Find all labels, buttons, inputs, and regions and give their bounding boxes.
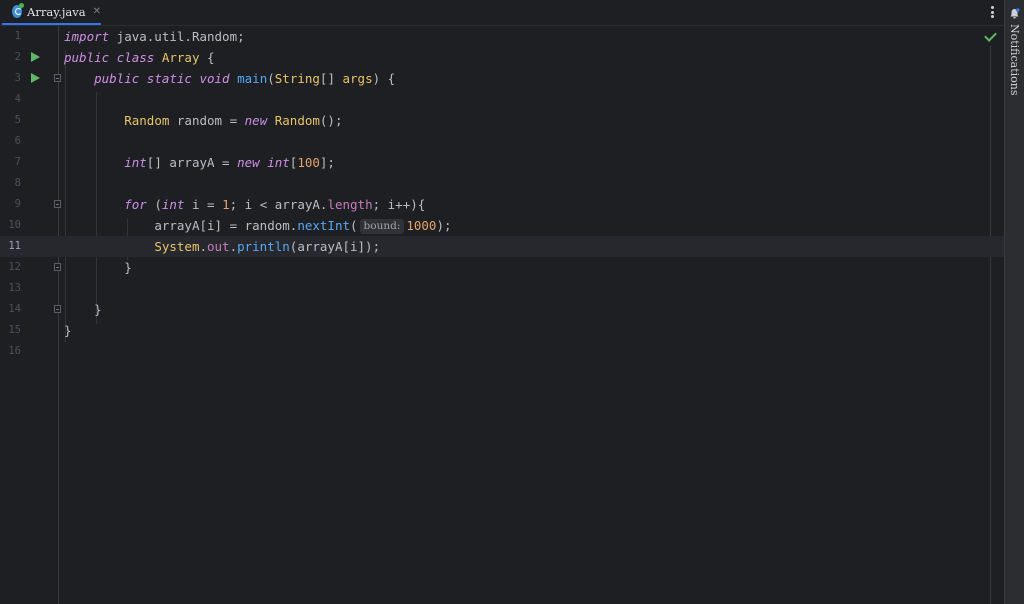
line-number: 5: [14, 114, 21, 126]
code-line: 16: [0, 341, 1004, 362]
code-line: 1 import java.util.Random;: [0, 26, 1004, 47]
code-editor[interactable]: 1 import java.util.Random; 2 public clas…: [0, 26, 1004, 604]
code-line-current: 11 System.out.println(arrayA[i]);: [0, 236, 1004, 257]
fold-icon[interactable]: [54, 74, 61, 82]
code-line: 15 }: [0, 320, 1004, 341]
editor-tab-bar: Array.java ✕: [0, 0, 1004, 26]
line-number: 13: [8, 282, 21, 294]
fold-icon[interactable]: [54, 305, 61, 313]
code-text: }: [94, 302, 102, 317]
run-icon[interactable]: [31, 52, 40, 62]
code-text: Random random = new Random();: [124, 113, 343, 128]
tab-array-java[interactable]: Array.java ✕: [2, 0, 101, 25]
fold-icon[interactable]: [54, 263, 61, 271]
code-line: 14 }: [0, 299, 1004, 320]
code-line: 3 public static void main(String[] args)…: [0, 68, 1004, 89]
code-text: public static void main(String[] args) {: [94, 71, 396, 86]
right-tool-strip: Notifications: [1004, 0, 1024, 604]
more-options-icon[interactable]: [986, 4, 998, 20]
code-line: 12 }: [0, 257, 1004, 278]
line-number: 9: [14, 198, 21, 210]
line-number: 12: [8, 261, 21, 273]
code-text: int[] arrayA = new int[100];: [124, 155, 335, 170]
code-line: 8: [0, 173, 1004, 194]
code-line: 13: [0, 278, 1004, 299]
notifications-tab[interactable]: Notifications: [1008, 24, 1021, 96]
run-icon[interactable]: [31, 73, 40, 83]
code-line: 5 Random random = new Random();: [0, 110, 1004, 131]
code-line: 10 arrayA[i] = random.nextInt(bound: 1000…: [0, 215, 1004, 236]
line-number: 6: [14, 135, 21, 147]
line-number: 7: [14, 156, 21, 168]
line-number: 14: [8, 303, 21, 315]
code-line: 7 int[] arrayA = new int[100];: [0, 152, 1004, 173]
code-text: arrayA[i] = random.nextInt(bound: 1000);: [154, 218, 452, 234]
line-number: 11: [8, 240, 21, 252]
line-number: 16: [8, 345, 21, 357]
notifications-bell-icon[interactable]: [1009, 8, 1020, 19]
code-line: 2 public class Array {: [0, 47, 1004, 68]
code-text: }: [64, 323, 72, 338]
code-text: for (int i = 1; i < arrayA.length; i++){: [124, 197, 426, 212]
line-number: 15: [8, 324, 21, 336]
code-line: 4: [0, 89, 1004, 110]
java-class-icon: [12, 3, 25, 18]
code-line: 9 for (int i = 1; i < arrayA.length; i++…: [0, 194, 1004, 215]
ide-window: Array.java ✕ Notifications 1 import java…: [0, 0, 1024, 604]
close-icon[interactable]: ✕: [93, 6, 101, 17]
line-number: 3: [14, 72, 21, 84]
line-number: 4: [14, 93, 21, 105]
code-text: public class Array {: [64, 50, 215, 65]
code-text: System.out.println(arrayA[i]);: [154, 239, 381, 254]
code-text: }: [124, 260, 132, 275]
line-number: 2: [14, 51, 21, 63]
fold-icon[interactable]: [54, 200, 61, 208]
parameter-hint: bound:: [359, 219, 405, 234]
code-text: import java.util.Random;: [64, 29, 245, 44]
line-number: 8: [14, 177, 21, 189]
line-number: 10: [8, 219, 21, 231]
tab-label: Array.java: [27, 4, 86, 19]
line-number: 1: [14, 30, 21, 42]
code-line: 6: [0, 131, 1004, 152]
